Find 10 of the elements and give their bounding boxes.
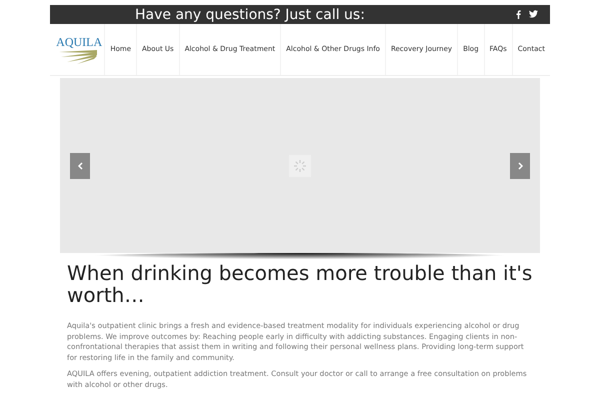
- facebook-icon[interactable]: [516, 10, 521, 19]
- logo-text[interactable]: AQUILA: [56, 36, 102, 48]
- chevron-right-icon: [518, 162, 522, 170]
- loading-spinner-icon: [289, 154, 311, 176]
- previous-slide-button[interactable]: [70, 152, 90, 178]
- next-slide-button[interactable]: [510, 152, 530, 178]
- contact-message: Have any questions? Just call us:: [135, 8, 365, 22]
- twitter-icon[interactable]: [529, 10, 538, 18]
- chevron-left-icon: [78, 162, 82, 170]
- page-heading: When drinking becomes more trouble than it's worth…: [67, 262, 533, 306]
